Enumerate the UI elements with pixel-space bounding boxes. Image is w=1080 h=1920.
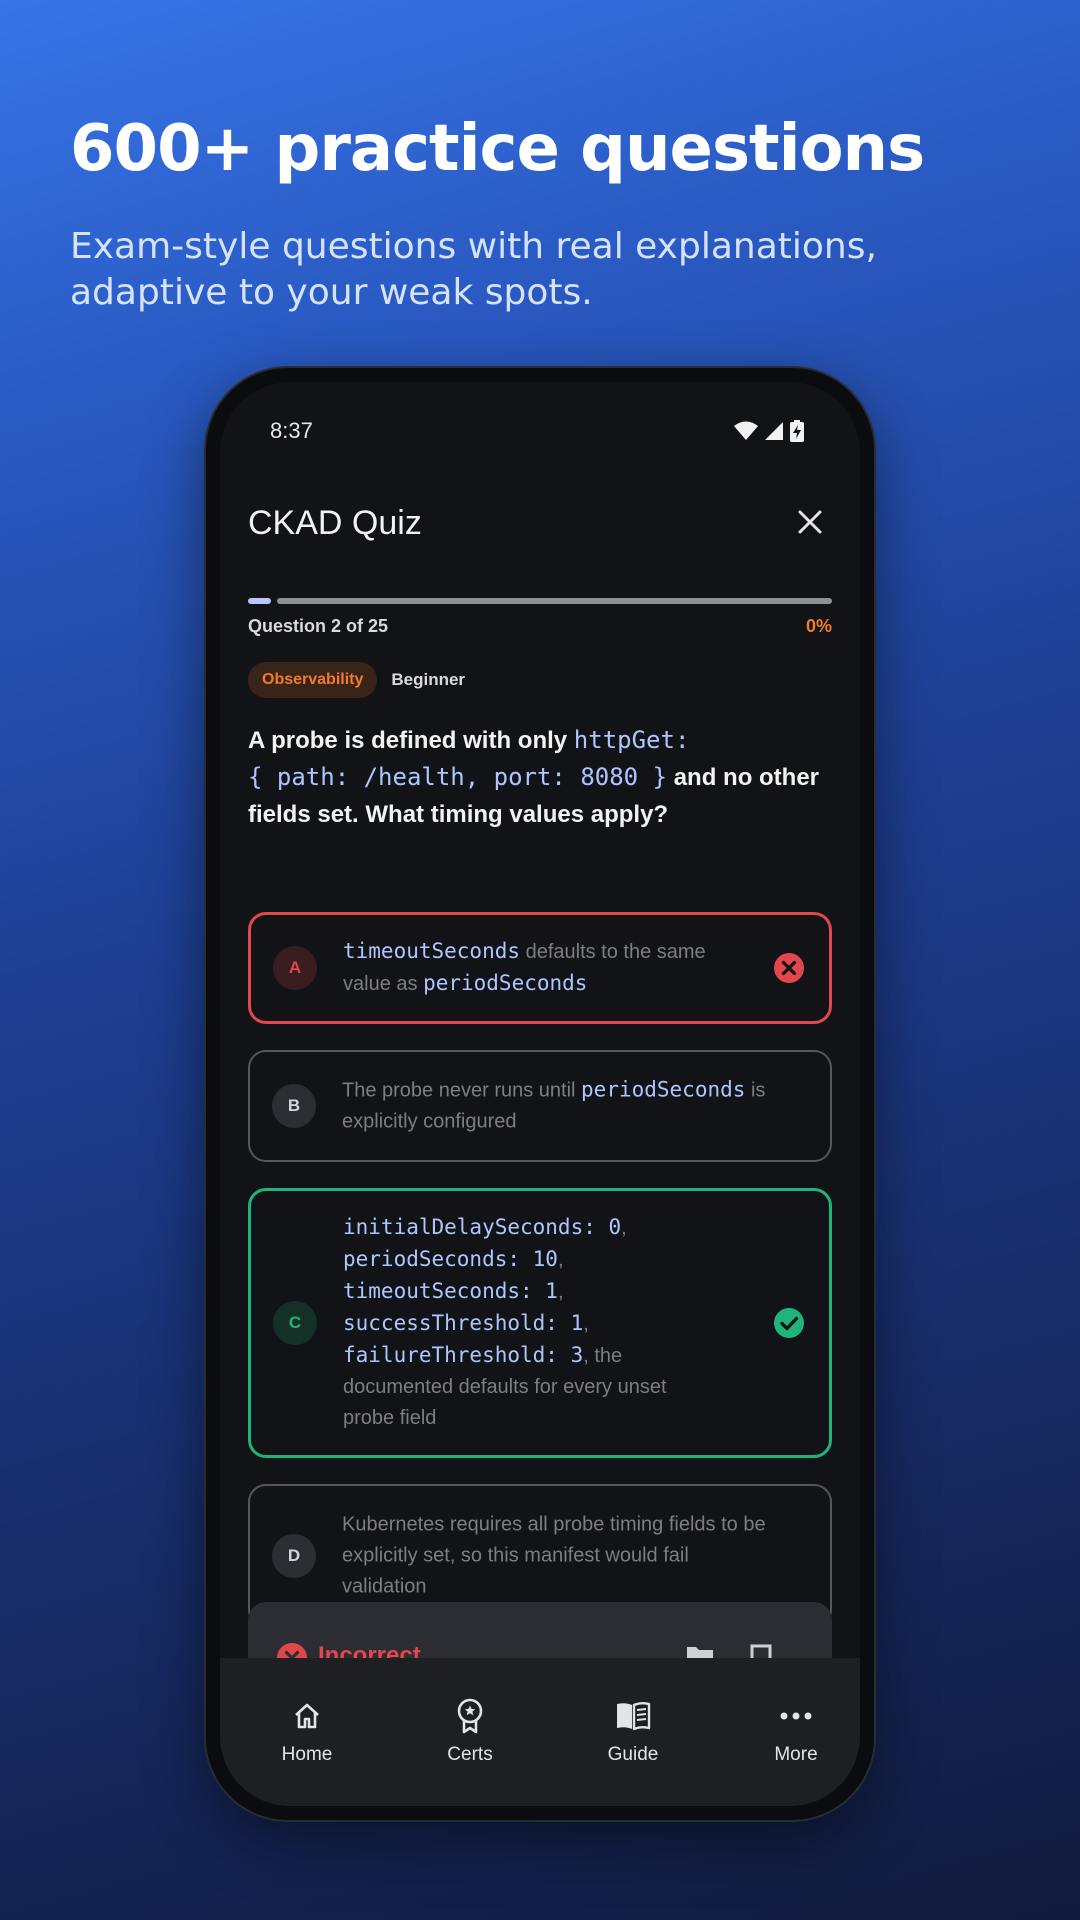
option-text-part: , [557, 1281, 564, 1303]
option-text: timeoutSeconds defaults to the same valu… [343, 936, 729, 1000]
phone-frame: 8:37 CKAD Quiz Question 2 of 25 0% Obser… [204, 366, 876, 1822]
option-text-part: Kubernetes requires all probe timing fie… [342, 1513, 766, 1536]
progress-bar-track [277, 598, 832, 604]
close-button[interactable] [788, 500, 832, 544]
option-code: timeoutSeconds: 1 [343, 1279, 558, 1303]
domain-tag: Observability [248, 662, 378, 698]
bottom-navigation: Home Certs Guide More [220, 1658, 860, 1806]
error-circle-icon [774, 953, 804, 983]
book-icon [617, 1702, 651, 1731]
option-text: The probe never runs until periodSeconds… [342, 1075, 806, 1138]
question-text-part: and no other [667, 764, 820, 791]
question-text: A probe is defined with only httpGet: { … [248, 722, 832, 833]
nav-label: Guide [607, 1744, 659, 1765]
option-letter: B [272, 1084, 316, 1128]
phone-screen: 8:37 CKAD Quiz Question 2 of 25 0% Obser… [220, 382, 860, 1806]
option-text-part: , [621, 1217, 627, 1239]
cell-signal-icon [765, 422, 783, 440]
nav-item-guide[interactable]: Guide [558, 1698, 708, 1766]
nav-item-certs[interactable]: Certs [395, 1698, 545, 1766]
progress-bar [248, 598, 832, 604]
option-code: initialDelaySeconds: 0 [343, 1215, 622, 1239]
system-icons [734, 420, 804, 442]
answer-option-b[interactable]: B The probe never runs until periodSecon… [248, 1050, 832, 1162]
option-text-part: , the [583, 1345, 623, 1367]
option-text-part: is [745, 1079, 766, 1102]
progress-bar-active [248, 598, 271, 604]
nav-label: More [774, 1744, 818, 1765]
more-horizontal-icon [780, 1712, 812, 1720]
answer-option-c[interactable]: C initialDelaySeconds: 0, periodSeconds:… [248, 1188, 832, 1458]
option-text: Kubernetes requires all probe timing fie… [342, 1510, 806, 1603]
nav-item-more[interactable]: More [721, 1698, 860, 1766]
option-text-part: explicitly configured [342, 1110, 517, 1133]
option-code: failureThreshold: 3 [343, 1343, 584, 1367]
wifi-icon [734, 421, 758, 440]
option-letter: C [273, 1301, 317, 1345]
nav-label: Certs [447, 1744, 493, 1765]
app-bar-title: CKAD Quiz [248, 504, 422, 542]
promo-headline: 600+ practice questions [70, 112, 925, 186]
status-bar: 8:37 [220, 418, 860, 448]
option-text-part: , [583, 1313, 589, 1335]
option-text-part: probe field [343, 1407, 437, 1429]
answer-option-a[interactable]: A timeoutSeconds defaults to the same va… [248, 912, 832, 1024]
option-code: periodSeconds: 10 [343, 1247, 558, 1271]
battery-charging-icon [790, 420, 804, 442]
question-counter: Question 2 of 25 [248, 616, 389, 636]
tag-row: Observability Beginner [248, 662, 465, 698]
check-circle-icon [774, 1308, 804, 1338]
option-code: timeoutSeconds [343, 939, 521, 963]
home-icon [295, 1703, 319, 1729]
promo-subhead: Exam-style questions with real explanati… [70, 224, 970, 316]
option-letter: D [272, 1534, 316, 1578]
promo-subhead-line: adaptive to your weak spots. [70, 272, 593, 313]
difficulty-label: Beginner [391, 670, 466, 689]
option-text-part: value as [343, 973, 424, 995]
option-text-part: , [557, 1249, 564, 1271]
option-letter: A [273, 946, 317, 990]
option-code: successThreshold: 1 [343, 1311, 584, 1335]
option-text-part: explicitly set, so this manifest would f… [342, 1544, 689, 1567]
certificate-badge-icon [457, 1698, 483, 1734]
status-time: 8:37 [270, 418, 313, 443]
option-text-part: validation [342, 1575, 427, 1598]
option-text-part: documented defaults for every unset [343, 1376, 667, 1398]
option-code: periodSeconds [581, 1077, 746, 1102]
question-code: { path: /health, port: 8080 } [248, 763, 668, 791]
question-text-part: A probe is defined with only [248, 727, 574, 754]
option-text: initialDelaySeconds: 0, periodSeconds: 1… [343, 1212, 729, 1434]
option-text-part: defaults to the same [520, 941, 706, 963]
question-code: httpGet: [573, 726, 690, 754]
nav-label: Home [281, 1744, 333, 1765]
option-code: periodSeconds [423, 971, 588, 995]
option-text-part: The probe never runs until [342, 1079, 582, 1102]
nav-item-home[interactable]: Home [232, 1698, 382, 1766]
score-percent: 0% [805, 616, 832, 636]
question-text-part: fields set. What timing values apply? [248, 801, 669, 828]
promo-subhead-line: Exam-style questions with real explanati… [70, 226, 877, 267]
close-icon [798, 510, 822, 534]
